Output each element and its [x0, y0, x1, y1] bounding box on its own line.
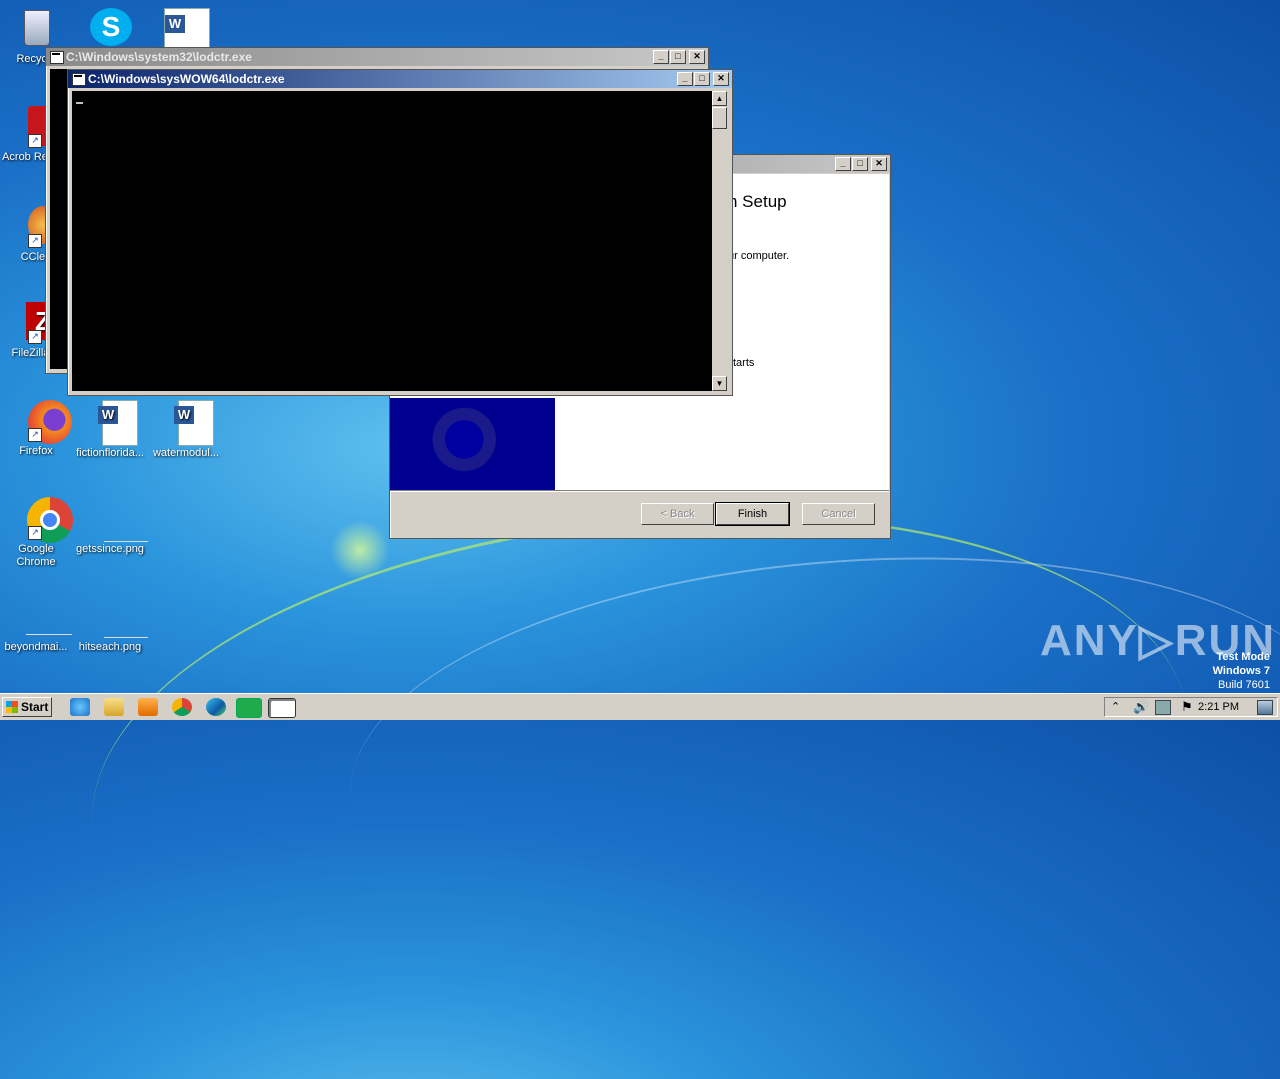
firefox-icon: ↗ — [14, 398, 72, 444]
start-button[interactable]: Start — [2, 697, 52, 717]
setup-text-line2: tarts — [733, 357, 755, 369]
chrome-icon: ↗ — [14, 496, 73, 543]
desktop-icon-label: watermodul... — [152, 447, 220, 459]
desktop-icon-beyondmai[interactable]: beyondmai... — [0, 608, 72, 654]
watermark-line: Build 7601 — [1218, 679, 1270, 691]
desktop-icon-fictionflorida[interactable]: W fictionflorida... — [74, 400, 146, 460]
watermark-line: Windows 7 — [1212, 665, 1270, 677]
close-button[interactable]: ✕ — [689, 50, 705, 64]
minimize-button[interactable]: _ — [677, 72, 693, 86]
ccleaner-taskbar-icon[interactable] — [236, 698, 262, 718]
window-title: C:\Windows\system32\lodctr.exe — [66, 50, 252, 64]
skype-icon[interactable]: S — [90, 8, 132, 46]
maximize-button[interactable]: □ — [694, 72, 710, 86]
media-player-icon[interactable] — [138, 698, 158, 716]
close-button[interactable]: ✕ — [713, 72, 729, 86]
recycle-bin-icon — [14, 6, 58, 50]
window-title: C:\Windows\sysWOW64\lodctr.exe — [88, 72, 285, 86]
console-app-icon — [50, 51, 64, 64]
setup-divider — [390, 490, 889, 492]
windows-logo-icon — [6, 701, 18, 713]
chrome-icon[interactable] — [172, 698, 192, 716]
minimize-button[interactable]: _ — [653, 50, 669, 64]
desktop-icon-label: getssince.png — [76, 543, 144, 555]
close-button[interactable]: ✕ — [871, 157, 887, 171]
edge-icon[interactable] — [206, 698, 226, 716]
desktop-icon-hitseach[interactable]: hitseach.png — [74, 608, 148, 654]
system-tray: ⌃ 🔊 ⚑ 2:21 PM — [1104, 697, 1278, 717]
action-center-flag-icon[interactable]: ⚑ — [1181, 699, 1193, 715]
console-title-bar[interactable]: C:\Windows\system32\lodctr.exe _ □ ✕ — [46, 48, 708, 66]
scroll-down-arrow-icon[interactable]: ▼ — [712, 376, 727, 391]
setup-heading: n Setup — [728, 192, 787, 211]
back-button[interactable]: < Back — [641, 503, 714, 525]
windows-watermark: Test Mode Windows 7 Build 7601 — [1213, 650, 1270, 692]
explorer-folder-icon[interactable] — [104, 698, 124, 716]
word-doc-icon: W — [88, 400, 138, 446]
console-app-icon — [72, 73, 86, 86]
taskbar-clock[interactable]: 2:21 PM — [1198, 701, 1239, 713]
cancel-button[interactable]: Cancel — [802, 503, 875, 525]
desktop-icon-getssince[interactable]: getssince.png — [74, 510, 148, 556]
desktop-icon-firefox[interactable]: ↗ Firefox — [0, 398, 72, 458]
word-doc-icon[interactable]: W — [164, 8, 210, 50]
desktop-icon-watermodul[interactable]: W watermodul... — [150, 400, 222, 460]
png-file-icon — [14, 608, 72, 638]
network-icon[interactable] — [1155, 700, 1171, 715]
png-file-icon — [88, 608, 148, 638]
taskbar: Start ⌃ 🔊 ⚑ 2:21 PM — [0, 693, 1280, 720]
volume-icon[interactable]: 🔊 — [1133, 699, 1149, 715]
wallpaper-glow — [330, 520, 390, 580]
desktop-icon-chrome[interactable]: ↗ Google Chrome — [0, 496, 73, 569]
scroll-thumb[interactable] — [712, 107, 727, 129]
desktop-icon-label: fictionflorida... — [76, 447, 144, 459]
ie-icon[interactable] — [70, 698, 90, 716]
console-taskbar-icon[interactable] — [268, 698, 296, 718]
setup-text-line1: ur computer. — [728, 250, 790, 262]
maximize-button[interactable]: □ — [670, 50, 686, 64]
minimize-button[interactable]: _ — [835, 157, 851, 171]
word-doc-icon: W — [164, 400, 214, 446]
console-title-bar[interactable]: C:\Windows\sysWOW64\lodctr.exe _ □ ✕ — [68, 70, 732, 88]
png-file-icon — [88, 510, 148, 542]
scroll-up-arrow-icon[interactable]: ▲ — [712, 91, 727, 106]
maximize-button[interactable]: □ — [852, 157, 868, 171]
desktop-icon-label: beyondmai... — [4, 641, 68, 653]
console-output[interactable] — [72, 91, 712, 391]
vertical-scrollbar[interactable]: ▲ ▼ — [712, 91, 728, 391]
desktop-icon-label: hitseach.png — [78, 641, 142, 653]
setup-side-banner — [390, 398, 555, 490]
desktop-icon-label: Firefox — [19, 445, 53, 457]
text-cursor — [76, 102, 83, 104]
watermark-line: Test Mode — [1216, 651, 1270, 663]
finish-button[interactable]: Finish — [715, 502, 790, 526]
show-desktop-button[interactable] — [1257, 700, 1273, 715]
desktop-icon-label: Google Chrome — [16, 543, 56, 568]
console-window-syswow64[interactable]: C:\Windows\sysWOW64\lodctr.exe _ □ ✕ ▲ ▼ — [67, 69, 733, 396]
start-label: Start — [21, 700, 49, 714]
show-hidden-icons-icon[interactable]: ⌃ — [1111, 700, 1120, 713]
